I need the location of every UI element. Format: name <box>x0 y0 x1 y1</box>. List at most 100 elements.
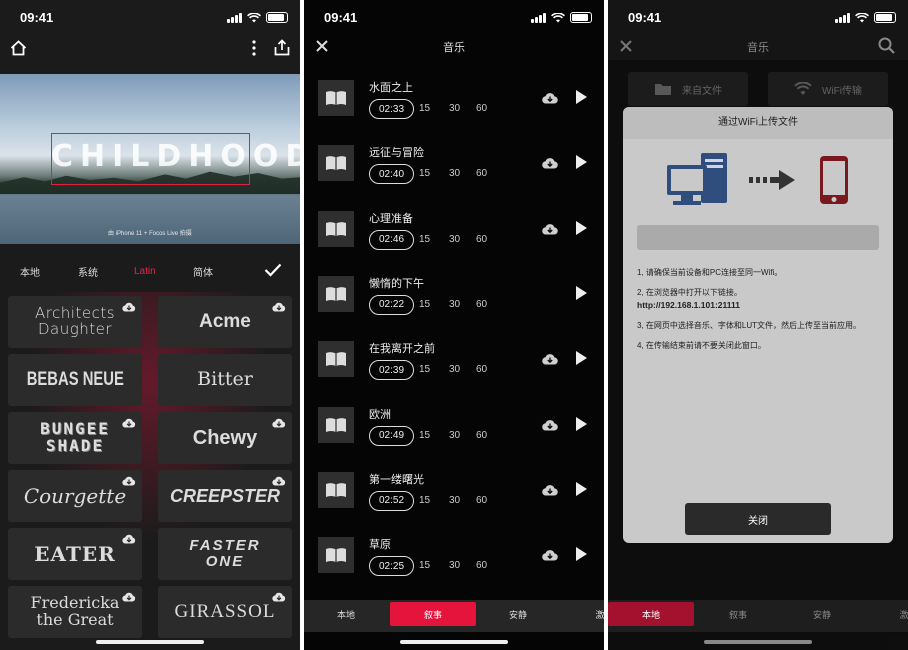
font-item[interactable]: CREEPSTER <box>158 470 292 522</box>
duration-full-option[interactable]: 02:49 <box>369 425 414 446</box>
duration-option[interactable]: 15 <box>419 299 430 310</box>
duration-option[interactable]: 15 <box>419 364 430 375</box>
tab-system[interactable]: 系统 <box>78 264 98 279</box>
track-row[interactable]: 水面之上 02:33 15 30 60 <box>304 64 604 129</box>
track-row[interactable]: 第一缕曙光 02:52 15 30 60 <box>304 456 604 521</box>
play-icon[interactable] <box>576 416 587 431</box>
close-dialog-button[interactable]: 关闭 <box>685 503 831 535</box>
download-cloud-icon[interactable] <box>542 483 558 496</box>
duration-option[interactable]: 30 <box>449 234 460 245</box>
download-cloud-icon[interactable] <box>272 302 286 312</box>
duration-full-option[interactable]: 02:40 <box>369 164 414 185</box>
font-item[interactable]: Chewy <box>158 412 292 464</box>
download-cloud-icon[interactable] <box>542 91 558 104</box>
play-icon[interactable] <box>576 547 587 562</box>
track-row[interactable]: 欧洲 02:49 15 30 60 <box>304 391 604 456</box>
tab-narrative[interactable]: 叙事 <box>390 602 476 626</box>
duration-option[interactable]: 30 <box>449 560 460 571</box>
font-item[interactable]: Courgette <box>8 470 142 522</box>
font-item[interactable]: Acme <box>158 296 292 348</box>
duration-full-option[interactable]: 02:46 <box>369 229 414 250</box>
confirm-check-icon[interactable] <box>264 263 282 277</box>
duration-option[interactable]: 60 <box>476 234 487 245</box>
home-icon[interactable] <box>8 38 28 58</box>
photo-preview[interactable]: CHILDHOOD 由 iPhone 11 + Focos Live 拍摄 <box>0 74 300 244</box>
duration-option[interactable]: 15 <box>419 430 430 441</box>
duration-option[interactable]: 60 <box>476 495 487 506</box>
font-item[interactable]: Architects Daughter <box>8 296 142 348</box>
duration-option[interactable]: 15 <box>419 495 430 506</box>
play-icon[interactable] <box>576 285 587 300</box>
duration-full-option[interactable]: 02:39 <box>369 360 414 381</box>
home-indicator[interactable] <box>400 640 508 644</box>
duration-option[interactable]: 60 <box>476 560 487 571</box>
download-cloud-icon[interactable] <box>122 418 136 428</box>
duration-option[interactable]: 30 <box>449 430 460 441</box>
home-indicator[interactable] <box>96 640 204 644</box>
play-icon[interactable] <box>576 351 587 366</box>
duration-full-option[interactable]: 02:22 <box>369 294 414 315</box>
track-row[interactable]: 心理准备 02:46 15 30 60 <box>304 195 604 260</box>
play-icon[interactable] <box>576 90 587 104</box>
share-icon[interactable] <box>272 36 292 58</box>
font-item[interactable]: BUNGEE SHADE <box>8 412 142 464</box>
tab-quiet[interactable]: 安静 <box>496 602 540 626</box>
font-item[interactable]: Bitter <box>158 354 292 406</box>
duration-option[interactable]: 60 <box>476 168 487 179</box>
duration-option[interactable]: 30 <box>449 168 460 179</box>
download-cloud-icon[interactable] <box>272 418 286 428</box>
duration-option[interactable]: 15 <box>419 234 430 245</box>
download-cloud-icon[interactable] <box>122 476 136 486</box>
download-cloud-icon[interactable] <box>542 156 558 169</box>
download-cloud-icon[interactable] <box>272 476 286 486</box>
tab-intense[interactable]: 激 <box>894 602 908 626</box>
font-item[interactable]: BEBAS NEUE <box>8 354 142 406</box>
font-item[interactable]: Fredericka the Great <box>8 586 142 638</box>
duration-option[interactable]: 30 <box>449 364 460 375</box>
search-icon[interactable] <box>878 37 895 54</box>
duration-option[interactable]: 30 <box>449 103 460 114</box>
font-item[interactable]: GIRASSOL <box>158 586 292 638</box>
tab-local[interactable]: 本地 <box>20 264 40 279</box>
duration-option[interactable]: 30 <box>449 495 460 506</box>
track-row[interactable]: 草原 02:25 15 30 60 <box>304 521 604 586</box>
duration-option[interactable]: 30 <box>449 299 460 310</box>
duration-option[interactable]: 15 <box>419 560 430 571</box>
download-cloud-icon[interactable] <box>542 352 558 365</box>
home-indicator[interactable] <box>704 640 812 644</box>
download-cloud-icon[interactable] <box>542 222 558 235</box>
upload-url[interactable]: http://192.168.1.101:21111 <box>637 300 740 310</box>
download-cloud-icon[interactable] <box>122 302 136 312</box>
download-cloud-icon[interactable] <box>122 592 136 602</box>
font-item[interactable]: FASTER ONE <box>158 528 292 580</box>
duration-option[interactable]: 60 <box>476 364 487 375</box>
font-item[interactable]: EATER <box>8 528 142 580</box>
download-cloud-icon[interactable] <box>122 534 136 544</box>
duration-full-option[interactable]: 02:52 <box>369 490 414 511</box>
tab-local[interactable]: 本地 <box>324 602 368 626</box>
download-cloud-icon[interactable] <box>542 418 558 431</box>
duration-option[interactable]: 15 <box>419 168 430 179</box>
tab-quiet[interactable]: 安静 <box>800 602 844 626</box>
duration-option[interactable]: 60 <box>476 103 487 114</box>
more-options-icon[interactable] <box>244 38 264 58</box>
play-icon[interactable] <box>576 481 587 496</box>
track-row[interactable]: 远征与冒险 02:40 15 30 60 <box>304 129 604 194</box>
tab-simplified[interactable]: 简体 <box>193 264 213 279</box>
duration-option[interactable]: 15 <box>419 103 430 114</box>
play-icon[interactable] <box>576 220 587 235</box>
duration-full-option[interactable]: 02:25 <box>369 556 414 577</box>
duration-full-option[interactable]: 02:33 <box>369 99 414 119</box>
duration-option[interactable]: 60 <box>476 299 487 310</box>
play-icon[interactable] <box>576 155 587 170</box>
tab-intense[interactable]: 激 <box>590 602 604 626</box>
overlay-title-text[interactable]: CHILDHOOD <box>51 139 300 174</box>
download-cloud-icon[interactable] <box>272 592 286 602</box>
tab-narrative[interactable]: 叙事 <box>716 602 760 626</box>
tab-local[interactable]: 本地 <box>608 602 694 626</box>
tab-latin[interactable]: Latin <box>134 266 156 277</box>
download-cloud-icon[interactable] <box>542 548 558 561</box>
track-row[interactable]: 在我离开之前 02:39 15 30 60 <box>304 325 604 390</box>
track-row[interactable]: 懒惰的下午 02:22 15 30 60 <box>304 260 604 325</box>
duration-option[interactable]: 60 <box>476 430 487 441</box>
